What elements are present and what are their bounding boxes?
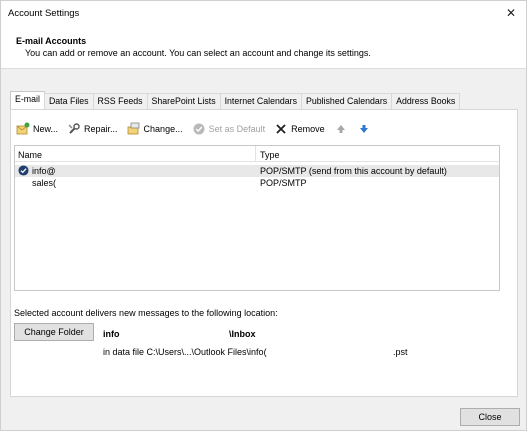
default-account-checkmark-icon <box>18 165 29 176</box>
toolbar: New... Repair... Change... Set as Defaul… <box>16 121 380 137</box>
arrow-down-icon <box>359 125 368 133</box>
set-default-button-label: Set as Default <box>208 124 266 134</box>
data-file-path: in data file C:\Users\...\Outlook Files\… <box>103 347 267 357</box>
account-row[interactable]: info@ POP/SMTP (send from this account b… <box>15 165 499 177</box>
tab-published-calendars[interactable]: Published Calendars <box>300 93 393 109</box>
account-settings-dialog: Account Settings ✕ E-mail Accounts You c… <box>0 0 527 431</box>
remove-button-label: Remove <box>291 124 325 134</box>
account-name: sales( <box>32 178 57 188</box>
delivery-location-label: Selected account delivers new messages t… <box>14 308 278 318</box>
repair-button-label: Repair... <box>84 124 118 134</box>
move-up-button[interactable] <box>334 122 348 136</box>
delivery-folder-name: \Inbox <box>229 329 256 339</box>
column-header-type[interactable]: Type <box>260 150 280 160</box>
data-file-extension: .pst <box>393 347 408 357</box>
account-type: POP/SMTP (send from this account by defa… <box>260 166 447 176</box>
delivery-account-name: info <box>103 329 120 339</box>
account-type: POP/SMTP <box>260 178 307 188</box>
section-title: E-mail Accounts <box>16 36 87 46</box>
change-button[interactable]: Change... <box>127 122 183 136</box>
arrow-up-icon <box>336 125 345 133</box>
column-divider <box>255 146 256 162</box>
account-list[interactable]: Name Type info@ POP/SMTP (send from this… <box>14 145 500 291</box>
tab-address-books[interactable]: Address Books <box>391 93 461 109</box>
close-icon[interactable]: ✕ <box>502 4 520 22</box>
change-account-icon <box>127 122 139 135</box>
change-button-label: Change... <box>143 124 183 134</box>
close-button[interactable]: Close <box>460 408 520 426</box>
new-button-label: New... <box>33 124 59 134</box>
tab-internet-calendars[interactable]: Internet Calendars <box>219 93 302 109</box>
tab-strip: E-mail Data Files RSS Feeds SharePoint L… <box>10 91 461 109</box>
wrench-icon <box>68 123 80 134</box>
account-row[interactable]: sales( POP/SMTP <box>15 177 499 189</box>
change-folder-button[interactable]: Change Folder <box>14 323 94 341</box>
repair-button[interactable]: Repair... <box>67 122 118 136</box>
move-down-button[interactable] <box>357 122 371 136</box>
window-title: Account Settings <box>8 8 80 19</box>
tab-sharepoint-lists[interactable]: SharePoint Lists <box>146 93 221 109</box>
list-header: Name Type <box>15 146 499 162</box>
header-band: E-mail Accounts You can add or remove an… <box>1 27 526 69</box>
remove-x-icon <box>276 124 286 134</box>
tab-email[interactable]: E-mail <box>10 91 45 109</box>
checkmark-circle-icon <box>193 123 205 135</box>
column-header-name[interactable]: Name <box>18 150 42 160</box>
new-button[interactable]: New... <box>16 122 58 136</box>
remove-button[interactable]: Remove <box>274 122 325 136</box>
tab-data-files[interactable]: Data Files <box>43 93 94 109</box>
new-account-icon <box>16 122 30 135</box>
account-name: info@ <box>32 166 56 176</box>
title-bar: Account Settings ✕ <box>1 1 526 27</box>
email-tab-panel: New... Repair... Change... Set as Defaul… <box>10 109 518 397</box>
tab-rss-feeds[interactable]: RSS Feeds <box>92 93 148 109</box>
set-default-button[interactable]: Set as Default <box>192 122 266 136</box>
section-description: You can add or remove an account. You ca… <box>25 48 371 58</box>
